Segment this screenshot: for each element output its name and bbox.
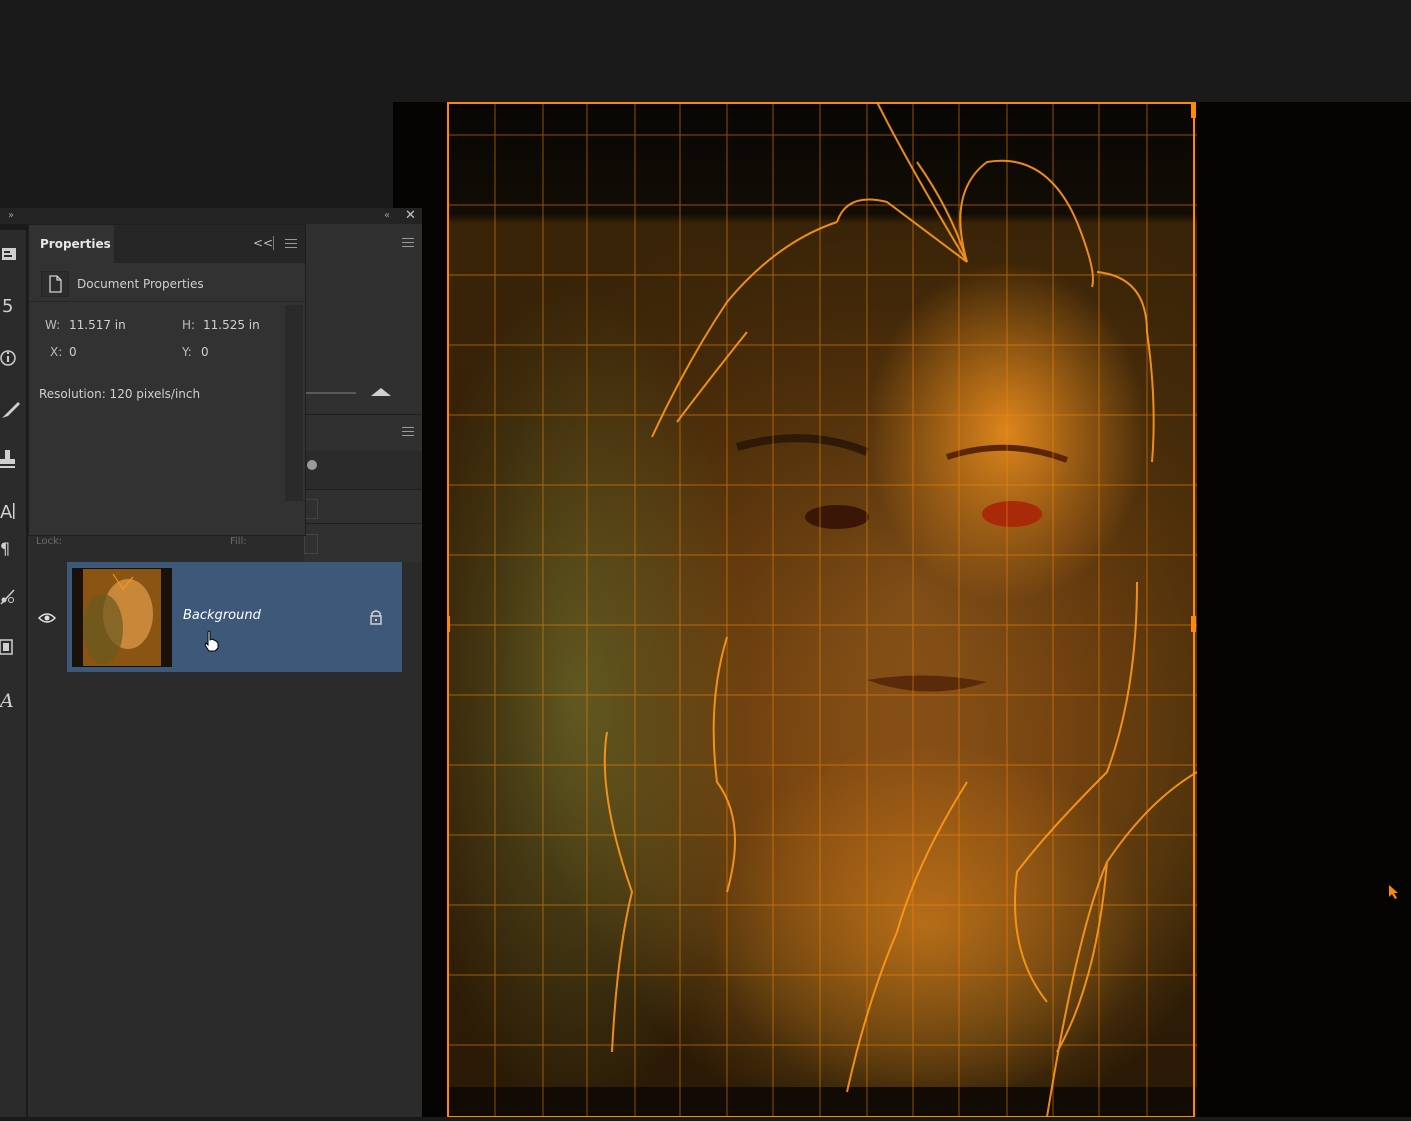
x-value[interactable]: 0: [69, 345, 77, 359]
properties-panel: Properties << Document Properties W: 11.…: [28, 224, 306, 536]
layers-panel-controls: [304, 224, 422, 562]
close-icon[interactable]: ✕: [405, 208, 416, 223]
cursor-arrow-icon: [1388, 884, 1400, 904]
section-title: Document Properties: [77, 277, 204, 291]
artwork-image[interactable]: [407, 101, 1198, 1121]
svg-text:5: 5: [2, 296, 13, 317]
panel-dock-header[interactable]: » « ✕: [0, 208, 422, 224]
width-value[interactable]: 11.517 in: [69, 318, 126, 332]
layer-thumbnail[interactable]: [72, 568, 172, 667]
y-label: Y:: [182, 345, 192, 359]
stamp-icon[interactable]: [0, 446, 24, 472]
svg-text:¶: ¶: [0, 539, 10, 558]
text-icon[interactable]: A: [0, 498, 24, 524]
character-style-icon[interactable]: A: [0, 686, 24, 712]
glyph-icon[interactable]: [0, 634, 24, 660]
info-icon[interactable]: [0, 345, 24, 371]
collapse-dock-icon[interactable]: «: [384, 210, 390, 221]
history-brush-icon[interactable]: 5: [0, 292, 24, 318]
large-mountain-icon[interactable]: [371, 388, 391, 396]
tool-strip: 5 A ¶ A: [0, 230, 27, 1117]
brush-icon[interactable]: [0, 396, 24, 422]
path-icon[interactable]: [0, 584, 24, 610]
fill-label: Fill:: [230, 536, 247, 547]
svg-text:A: A: [0, 502, 13, 523]
panel-menu-icon[interactable]: [285, 239, 297, 248]
thumbnail-size-slider[interactable]: [304, 392, 356, 394]
eye-icon[interactable]: [37, 610, 57, 629]
properties-scrollbar[interactable]: [285, 305, 303, 501]
x-label: X:: [50, 345, 63, 359]
pointer-hand-icon: [203, 630, 221, 656]
layer-name[interactable]: Background: [183, 608, 261, 623]
history-icon[interactable]: [0, 240, 24, 266]
tab-properties[interactable]: Properties: [29, 225, 114, 263]
layers-menu-icon[interactable]: [402, 427, 414, 436]
resolution-text: Resolution: 120 pixels/inch: [39, 387, 201, 401]
document-properties-header: Document Properties: [29, 265, 305, 302]
lock-label: Lock:: [36, 536, 63, 547]
height-label: H:: [182, 318, 196, 332]
collapse-icon[interactable]: <<: [253, 236, 273, 250]
y-value[interactable]: 0: [201, 345, 209, 359]
svg-text:A: A: [0, 690, 14, 712]
properties-tabbar: Properties <<: [29, 225, 305, 263]
opacity-dropdown[interactable]: [304, 499, 318, 519]
lock-icon[interactable]: [369, 609, 383, 629]
paragraph-icon[interactable]: ¶: [0, 534, 24, 560]
portrait-artwork: [407, 101, 1198, 1121]
document-icon: [41, 271, 69, 297]
expand-dock-icon[interactable]: »: [8, 210, 14, 221]
panel-menu-icon[interactable]: [402, 238, 414, 247]
height-value[interactable]: 11.525 in: [203, 318, 260, 332]
fill-dropdown[interactable]: [304, 534, 318, 554]
filter-toggle[interactable]: [307, 460, 317, 470]
width-label: W:: [45, 318, 61, 332]
